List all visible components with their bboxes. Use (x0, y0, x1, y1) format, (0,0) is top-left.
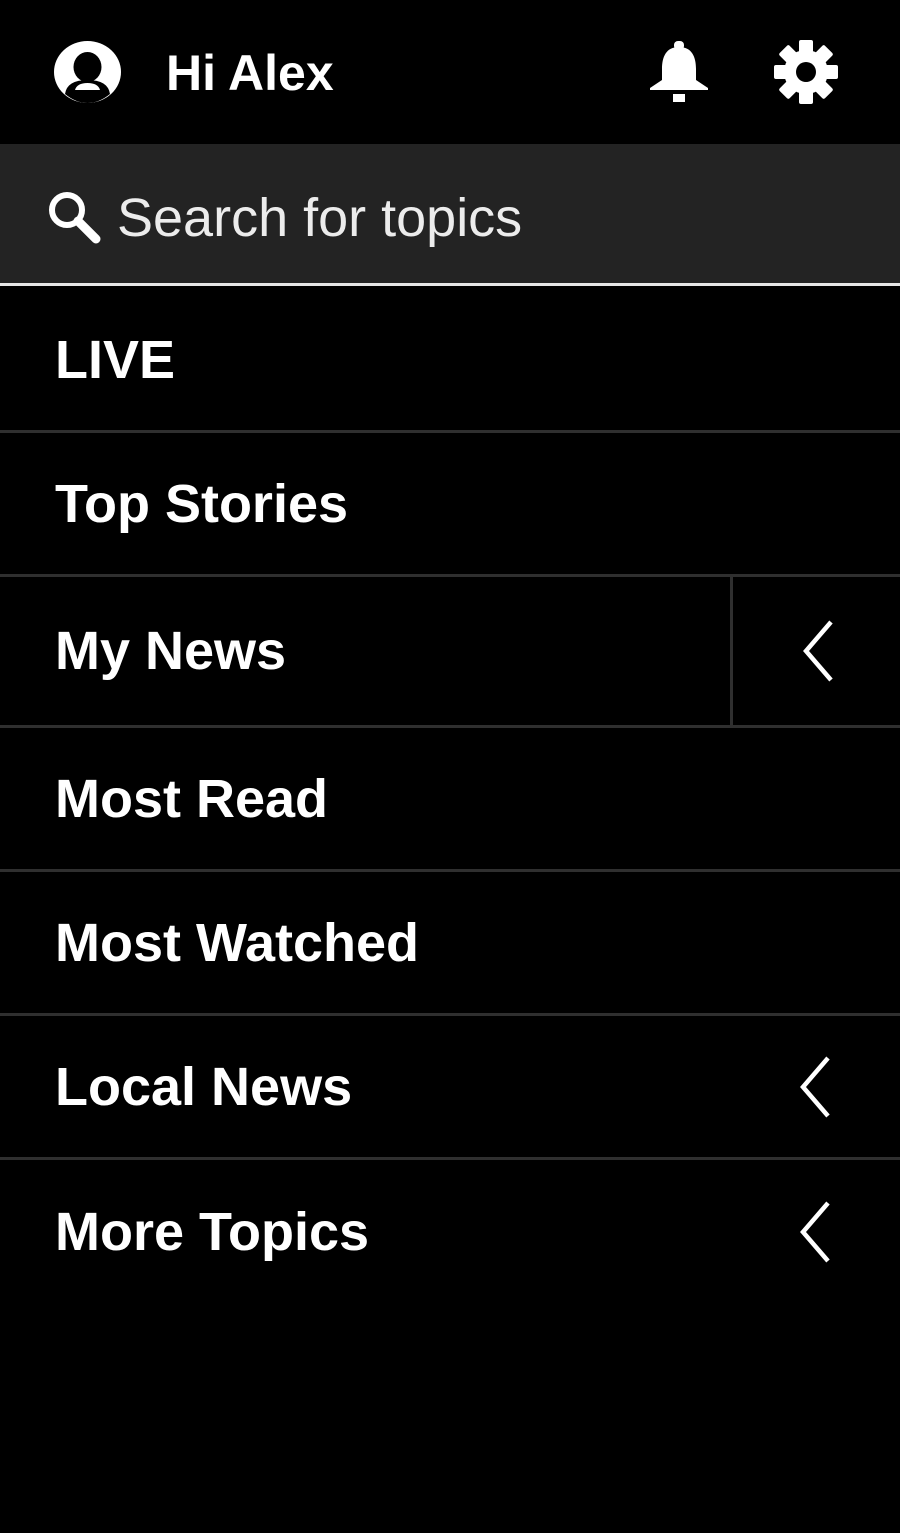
avatar-icon[interactable] (53, 40, 122, 104)
menu-item-most-read[interactable]: Most Read (0, 728, 900, 872)
menu-item-live[interactable]: LIVE (0, 289, 900, 433)
menu-item-label: Most Read (55, 768, 329, 829)
menu-item-most-watched[interactable]: Most Watched (0, 872, 900, 1016)
expand-my-news-button[interactable] (730, 577, 900, 725)
menu-item-top-stories[interactable]: Top Stories (0, 433, 900, 577)
search-icon (49, 192, 101, 244)
search-input[interactable] (117, 182, 857, 254)
chevron-left-icon[interactable] (798, 1199, 834, 1265)
menu-item-label: Local News (55, 1056, 353, 1117)
bell-icon[interactable] (646, 38, 712, 104)
menu-item-label: More Topics (55, 1202, 370, 1262)
menu-item-label: My News (55, 621, 287, 681)
menu-item-local-news[interactable]: Local News (0, 1016, 900, 1160)
gear-icon[interactable] (772, 38, 840, 106)
menu-item-label: Top Stories (55, 473, 349, 534)
menu-item-label: Most Watched (55, 912, 419, 973)
navigation-menu: LIVE Top Stories My News Most Read Most … (0, 289, 900, 1304)
menu-item-more-topics[interactable]: More Topics (0, 1160, 900, 1304)
chevron-left-icon[interactable] (798, 1054, 834, 1120)
chevron-left-icon (803, 620, 833, 682)
menu-item-my-news[interactable]: My News (0, 577, 900, 728)
greeting-text: Hi Alex (166, 45, 334, 101)
menu-item-label: LIVE (55, 329, 176, 390)
app-header: Hi Alex (0, 0, 900, 144)
